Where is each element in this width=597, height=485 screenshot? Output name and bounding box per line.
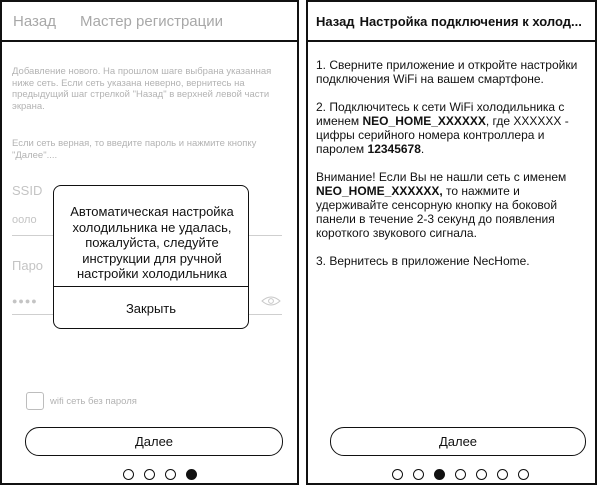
step-2-password: 12345678 <box>367 142 421 156</box>
manual-setup-screen: Назад Настройка подключения к холод... 1… <box>306 0 597 485</box>
ssid-field[interactable]: ооло <box>12 214 37 226</box>
page-title: Мастер регистрации <box>79 12 223 30</box>
step-2-end: . <box>420 142 425 156</box>
intro-text-2: Если сеть верная, то введите пароль и на… <box>12 138 257 161</box>
page-indicator <box>123 469 197 480</box>
step-1: 1. Сверните приложение и откройте настро… <box>316 58 578 86</box>
page-dot <box>413 469 424 480</box>
note-ssid: NEO_HOME_XXXXXX, <box>316 184 443 198</box>
password-field[interactable]: ●●●● <box>12 296 38 306</box>
page-dot <box>497 469 508 480</box>
no-password-checkbox[interactable] <box>26 392 44 410</box>
close-button[interactable]: Закрыть <box>54 287 248 329</box>
instructions: 1. Сверните приложение и откройте настро… <box>316 58 592 282</box>
page-dot <box>123 469 134 480</box>
header: Назад Настройка подключения к холод... <box>308 2 595 42</box>
step-2-ssid: NEO_HOME_XXXXXX <box>362 114 486 128</box>
eye-icon[interactable] <box>261 295 281 307</box>
back-button[interactable]: Назад <box>316 14 355 29</box>
registration-screen: Назад Мастер регистрации Добавление ново… <box>0 0 299 485</box>
intro-text: Добавление нового. На прошлом шаге выбра… <box>12 66 272 112</box>
password-label: Паро <box>12 258 44 273</box>
page-dot <box>165 469 176 480</box>
page-dot <box>476 469 487 480</box>
step-2: 2. Подключитесь к сети WiFi холодильника… <box>316 100 592 156</box>
page-title: Настройка подключения к холод... <box>359 13 582 29</box>
page-dot-active <box>434 469 445 480</box>
page-dot <box>455 469 466 480</box>
page-dot <box>518 469 529 480</box>
error-dialog: Автоматическая настройка холодильника не… <box>53 185 249 329</box>
note-text: Внимание! Если Вы не нашли сеть с именем <box>316 170 567 184</box>
checkbox-label: wifi сеть без пароля <box>50 395 137 407</box>
next-button[interactable]: Далее <box>330 427 586 456</box>
back-button[interactable]: Назад <box>13 13 56 30</box>
ssid-label: SSID <box>12 183 43 198</box>
next-button[interactable]: Далее <box>25 427 283 456</box>
page-dot <box>392 469 403 480</box>
step-3: 3. Вернитесь в приложение NecHome. <box>316 254 530 268</box>
warning-note: Внимание! Если Вы не нашли сеть с именем… <box>316 170 592 240</box>
page-indicator <box>392 469 529 480</box>
header: Назад Мастер регистрации <box>2 2 297 42</box>
page-dot <box>144 469 155 480</box>
page-dot-active <box>186 469 197 480</box>
no-password-option[interactable]: wifi сеть без пароля <box>26 392 137 410</box>
dialog-message: Автоматическая настройка холодильника не… <box>70 204 234 281</box>
screens: Назад Мастер регистрации Добавление ново… <box>0 0 597 485</box>
